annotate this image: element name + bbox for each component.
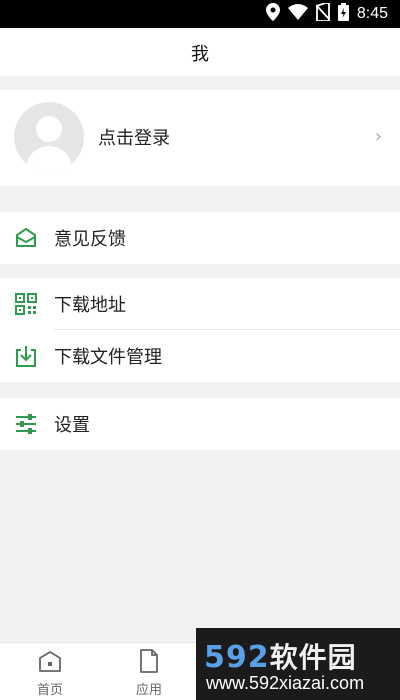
- menu-group-feedback: 意见反馈: [0, 212, 400, 264]
- page-header: 我: [0, 28, 400, 76]
- wifi-icon: [287, 4, 308, 24]
- qr-code-icon: [14, 292, 38, 316]
- battery-icon: [337, 3, 349, 25]
- status-bar: 8:45: [0, 0, 400, 28]
- menu-group-settings: 设置: [0, 398, 400, 450]
- menu-group-downloads: 下载地址 下载文件管理: [0, 278, 400, 382]
- menu-item-feedback[interactable]: 意见反馈: [0, 212, 400, 264]
- download-icon: [14, 344, 38, 368]
- avatar: [14, 102, 84, 172]
- file-icon: [119, 649, 179, 673]
- mail-icon: [14, 226, 38, 250]
- menu-label-download-manager: 下载文件管理: [54, 347, 162, 368]
- tab-apps-label: 应用: [135, 683, 162, 698]
- login-row[interactable]: 点击登录 ›: [0, 90, 400, 186]
- menu-item-download-manager[interactable]: 下载文件管理: [0, 330, 400, 382]
- login-label: 点击登录: [98, 128, 170, 149]
- page-title: 我: [191, 44, 209, 65]
- no-sim-icon: [315, 2, 331, 25]
- status-time: 8:45: [356, 5, 388, 22]
- menu-label-settings: 设置: [54, 415, 90, 436]
- sliders-icon: [14, 412, 38, 436]
- menu-label-feedback: 意见反馈: [54, 229, 126, 250]
- chevron-right-icon: ›: [374, 126, 382, 147]
- watermark-logo: 592软件园: [204, 640, 357, 675]
- tab-home-label: 首页: [36, 683, 63, 698]
- watermark: 592软件园 www.592xiazai.com: [196, 628, 400, 700]
- tab-apps[interactable]: 应用: [119, 649, 179, 698]
- home-icon: [20, 649, 80, 673]
- menu-item-settings[interactable]: 设置: [0, 398, 400, 450]
- status-icons: 8:45: [265, 2, 388, 25]
- menu-item-download-address[interactable]: 下载地址: [0, 278, 400, 330]
- location-icon: [265, 3, 280, 25]
- menu-label-download-address: 下载地址: [54, 295, 126, 316]
- watermark-url: www.592xiazai.com: [206, 673, 365, 693]
- tab-home[interactable]: 首页: [20, 649, 80, 698]
